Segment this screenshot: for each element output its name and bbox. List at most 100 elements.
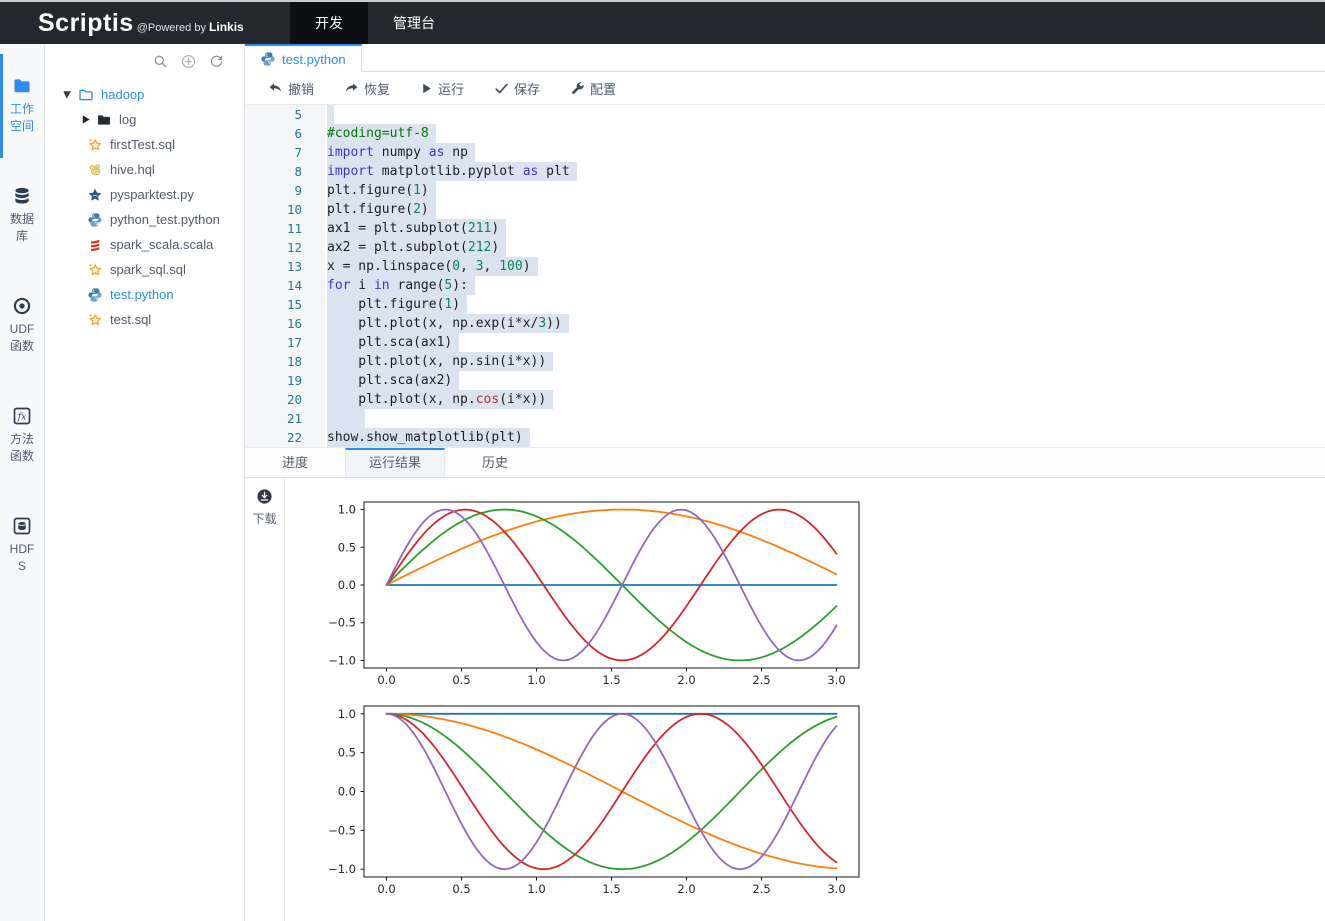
tree-item-label: hadoop xyxy=(101,87,144,102)
add-icon[interactable] xyxy=(181,54,196,69)
editor-toolbar: 撤销 恢复 运行 保存 配置 xyxy=(245,72,1325,105)
matplotlib-figure-1: 0.00.51.01.52.02.53.01.00.50.0−0.5−1.0 xyxy=(304,496,879,696)
activity-bar: 工作空间数据库 UDF函数fx方法函数HDFS xyxy=(0,44,45,921)
sidebar-item-label: 数据库 xyxy=(6,211,38,245)
code-line[interactable]: #coding=utf-8 xyxy=(327,124,1325,143)
sidebar-item-database[interactable]: 数据库 xyxy=(0,180,44,290)
code-line[interactable]: plt.plot(x, np.cos(i*x)) xyxy=(327,390,1325,409)
nav-item-console[interactable]: 管理台 xyxy=(368,2,460,44)
svg-text:1.0: 1.0 xyxy=(527,673,545,687)
line-number: 21 xyxy=(245,409,302,428)
tree-item-pysparktest-py[interactable]: pysparktest.py xyxy=(45,182,244,207)
config-label: 配置 xyxy=(590,79,616,98)
selected-code: plt.plot(x, np.sin(i*x)) xyxy=(327,352,553,371)
code-line[interactable]: import matplotlib.pyplot as plt xyxy=(327,162,1325,181)
method-fn-icon: fx xyxy=(12,406,32,426)
code-line[interactable]: show.show_matplotlib(plt) xyxy=(327,428,1325,447)
refresh-icon[interactable] xyxy=(209,54,224,69)
editor-tab-test-python[interactable]: test.python xyxy=(245,44,362,72)
line-number: 18 xyxy=(245,352,302,371)
run-button[interactable]: 运行 xyxy=(420,79,464,98)
logo-text: Scriptis xyxy=(38,9,134,38)
line-number: 6 xyxy=(245,124,302,143)
save-button[interactable]: 保存 xyxy=(494,79,540,98)
sidebar-item-hdfs[interactable]: HDFS xyxy=(0,510,44,620)
tree-item-spark-sql-sql[interactable]: spark_sql.sql xyxy=(45,257,244,282)
svg-text:0.5: 0.5 xyxy=(338,540,356,554)
workbench: test.python 撤销恢复运行保存配置 56789101112131415… xyxy=(245,44,1325,921)
udf-icon xyxy=(12,296,32,316)
selected-code: show.show_matplotlib(plt) xyxy=(327,428,530,447)
result-tab-progress[interactable]: 进度 xyxy=(245,448,345,477)
code-line[interactable]: plt.plot(x, np.sin(i*x)) xyxy=(327,352,1325,371)
selected-code: plt.figure(2) xyxy=(327,200,436,219)
scriptis-app: Scriptis @Powered by Linkis 开发管理台 工作空间数据… xyxy=(0,0,1325,921)
code-line[interactable]: plt.figure(1) xyxy=(327,181,1325,200)
file-tree: hadoop log firstTest.sqlhive.hqlpysparktes… xyxy=(45,78,244,332)
code-line[interactable]: for i in range(5): xyxy=(327,276,1325,295)
code-line[interactable]: x = np.linspace(0, 3, 100) xyxy=(327,257,1325,276)
undo-button[interactable]: 撤销 xyxy=(268,79,314,98)
caret-collapsed-icon[interactable] xyxy=(80,114,91,125)
config-button[interactable]: 配置 xyxy=(570,79,616,98)
undo-icon xyxy=(268,81,283,96)
code-line[interactable]: plt.figure(2) xyxy=(327,200,1325,219)
tree-item-firsttest-sql[interactable]: firstTest.sql xyxy=(45,132,244,157)
hdfs-icon xyxy=(12,516,32,536)
line-number: 8 xyxy=(245,162,302,181)
tree-item-hive-hql[interactable]: hive.hql xyxy=(45,157,244,182)
save-label: 保存 xyxy=(514,79,540,98)
selected-code: plt.sca(ax1) xyxy=(327,333,459,352)
code-line[interactable]: plt.sca(ax2) xyxy=(327,371,1325,390)
tree-item-spark-scala-scala[interactable]: spark_scala.scala xyxy=(45,232,244,257)
undo-label: 撤销 xyxy=(288,79,314,98)
sidebar-item-workspace[interactable]: 工作空间 xyxy=(0,70,44,180)
svg-text:3.0: 3.0 xyxy=(827,673,845,687)
svg-text:−0.5: −0.5 xyxy=(328,616,356,630)
caret-expanded-icon[interactable] xyxy=(62,89,73,100)
svg-text:0.0: 0.0 xyxy=(338,578,356,592)
code-line[interactable] xyxy=(327,409,1325,428)
tree-item-hadoop[interactable]: hadoop xyxy=(45,82,244,107)
redo-button[interactable]: 恢复 xyxy=(344,79,390,98)
sidebar-item-udf[interactable]: UDF函数 xyxy=(0,290,44,400)
search-icon[interactable] xyxy=(153,54,168,69)
tree-item-test-sql[interactable]: test.sql xyxy=(45,307,244,332)
nav-item-dev[interactable]: 开发 xyxy=(290,2,368,44)
svg-text:1.0: 1.0 xyxy=(527,882,545,896)
folder-icon xyxy=(78,87,94,103)
plot-output-area: 0.00.51.01.52.02.53.01.00.50.0−0.5−1.00.… xyxy=(285,478,1325,921)
tree-item-label: log xyxy=(119,112,136,127)
code-editor[interactable]: 5678910111213141516171819202122 #coding=… xyxy=(245,105,1325,447)
result-panel: 下载 0.00.51.01.52.02.53.01.00.50.0−0.5−1.… xyxy=(245,478,1325,921)
svg-text:1.5: 1.5 xyxy=(602,673,620,687)
workspace-icon xyxy=(12,76,32,96)
tree-item-label: python_test.python xyxy=(110,212,220,227)
selected-code: plt.sca(ax2) xyxy=(327,371,459,390)
code-line[interactable]: import numpy as np xyxy=(327,143,1325,162)
code-line[interactable]: plt.plot(x, np.exp(i*x/3)) xyxy=(327,314,1325,333)
result-tab-history[interactable]: 历史 xyxy=(445,448,545,477)
code-line[interactable] xyxy=(327,105,1325,124)
result-tabbar: 进度运行结果历史 xyxy=(245,447,1325,478)
selected-code xyxy=(327,409,365,428)
svg-text:0.5: 0.5 xyxy=(452,673,470,687)
code-line[interactable]: plt.sca(ax1) xyxy=(327,333,1325,352)
selected-code: ax1 = plt.subplot(211) xyxy=(327,219,506,238)
code-line[interactable]: plt.figure(1) xyxy=(327,295,1325,314)
python-icon xyxy=(260,51,276,67)
line-number: 5 xyxy=(245,105,302,124)
editor-code-area[interactable]: #coding=utf-8import numpy as npimport ma… xyxy=(325,105,1325,447)
sidebar-item-method-fn[interactable]: fx方法函数 xyxy=(0,400,44,510)
code-line[interactable]: ax1 = plt.subplot(211) xyxy=(327,219,1325,238)
tree-item-test-python[interactable]: test.python xyxy=(45,282,244,307)
linkis-brand: Linkis xyxy=(209,20,244,34)
code-line[interactable]: ax2 = plt.subplot(212) xyxy=(327,238,1325,257)
file-tree-toolbar xyxy=(45,44,244,78)
tree-item-python-test-python[interactable]: python_test.python xyxy=(45,207,244,232)
download-button[interactable]: 下载 xyxy=(252,488,276,527)
result-tab-result[interactable]: 运行结果 xyxy=(345,448,445,477)
tree-item-log[interactable]: log xyxy=(45,107,244,132)
svg-text:−1.0: −1.0 xyxy=(328,653,356,667)
line-number: 16 xyxy=(245,314,302,333)
